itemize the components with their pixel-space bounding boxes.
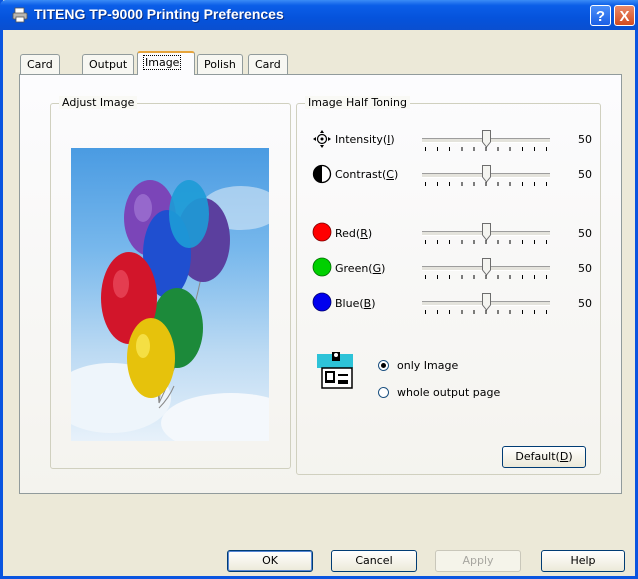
green-value: 50 — [578, 262, 592, 275]
cancel-button[interactable]: Cancel — [331, 550, 417, 572]
tab-output[interactable]: Output — [82, 54, 135, 74]
tab-label: Image — [142, 55, 182, 70]
group-title: Image Half Toning — [305, 96, 410, 109]
whole-output-page-label[interactable]: whole output page — [397, 386, 500, 399]
blue-color-icon — [312, 292, 332, 312]
tab-label: Card — [27, 58, 53, 71]
contrast-label: Contrast(C) — [335, 168, 399, 181]
slider-ticks — [425, 240, 547, 244]
tab-card[interactable]: Card — [20, 54, 60, 74]
contrast-icon — [312, 164, 332, 184]
red-color-icon — [312, 222, 332, 242]
apply-scope-icon — [317, 352, 353, 389]
slider-ticks — [425, 310, 547, 314]
slider-thumb[interactable] — [482, 258, 491, 276]
preferences-window: TITENG TP-9000 Printing Preferences ? X … — [0, 0, 638, 579]
green-slider[interactable] — [422, 258, 550, 280]
adjust-image-group: Adjust Image — [50, 96, 291, 469]
intensity-icon — [313, 130, 331, 148]
balloons-image — [71, 180, 269, 441]
whole-output-page-radio[interactable] — [378, 387, 389, 398]
tab-label: Card — [255, 58, 281, 71]
apply-button[interactable]: Apply — [435, 550, 521, 572]
group-title: Adjust Image — [59, 96, 138, 109]
ok-button[interactable]: OK — [227, 550, 313, 572]
only-image-radio[interactable] — [378, 360, 389, 371]
help-button[interactable]: Help — [541, 550, 625, 572]
tab-polish[interactable]: Polish — [197, 54, 243, 74]
blue-slider[interactable] — [422, 293, 550, 315]
tab-label: Output — [89, 58, 128, 71]
tab-card-2[interactable]: Card — [248, 54, 288, 74]
half-toning-group: Image Half Toning Intensity(I) 50 Contra… — [296, 96, 601, 475]
image-preview — [71, 148, 269, 441]
tab-label: Polish — [204, 58, 236, 71]
intensity-value: 50 — [578, 133, 592, 146]
slider-thumb[interactable] — [482, 223, 491, 241]
intensity-label: Intensity(I) — [335, 133, 395, 146]
title-bar[interactable]: TITENG TP-9000 Printing Preferences ? X — [0, 0, 638, 30]
tab-panel-image: Adjust Image Image Half Toning Intensity… — [19, 74, 622, 494]
blue-value: 50 — [578, 297, 592, 310]
contrast-value: 50 — [578, 168, 592, 181]
red-label: Red(R) — [335, 227, 373, 240]
blue-label: Blue(B) — [335, 297, 376, 310]
slider-thumb[interactable] — [482, 130, 491, 148]
red-slider[interactable] — [422, 223, 550, 245]
slider-thumb[interactable] — [482, 165, 491, 183]
help-title-button[interactable]: ? — [590, 5, 611, 26]
green-label: Green(G) — [335, 262, 386, 275]
slider-thumb[interactable] — [482, 293, 491, 311]
intensity-slider[interactable] — [422, 130, 550, 152]
printer-icon — [12, 7, 28, 23]
default-button[interactable]: Default(D) — [502, 446, 586, 468]
red-value: 50 — [578, 227, 592, 240]
green-color-icon — [312, 257, 332, 277]
only-image-label[interactable]: only Image — [397, 359, 458, 372]
slider-ticks — [425, 275, 547, 279]
window-title: TITENG TP-9000 Printing Preferences — [34, 6, 284, 22]
slider-ticks — [425, 182, 547, 186]
contrast-slider[interactable] — [422, 165, 550, 187]
tab-image[interactable]: Image — [137, 51, 195, 75]
slider-ticks — [425, 147, 547, 151]
close-button[interactable]: X — [614, 5, 635, 26]
